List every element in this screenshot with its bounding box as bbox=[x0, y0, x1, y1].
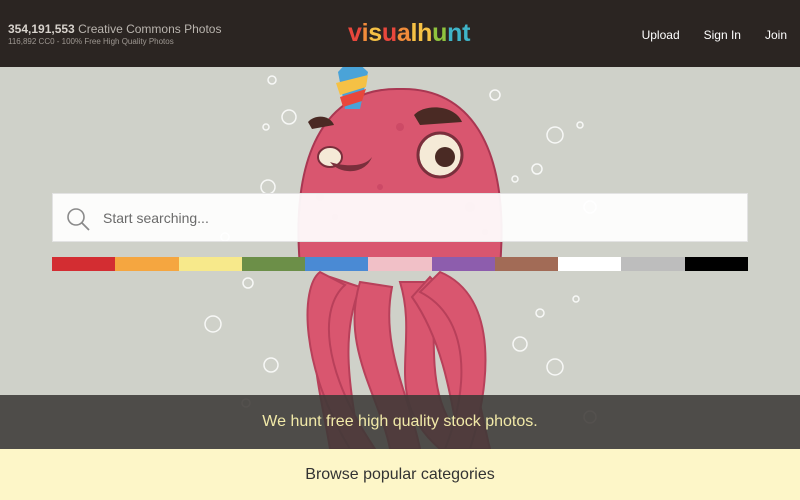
sign-in-link[interactable]: Sign In bbox=[704, 28, 741, 42]
tagline-band: We hunt free high quality stock photos. bbox=[0, 395, 800, 449]
upload-link[interactable]: Upload bbox=[642, 28, 680, 42]
color-swatch-orange[interactable] bbox=[115, 257, 179, 271]
search-icon[interactable] bbox=[66, 207, 90, 231]
logo-letter: v bbox=[348, 19, 362, 47]
logo-letter: u bbox=[381, 19, 397, 47]
color-swatch-blue[interactable] bbox=[305, 257, 369, 271]
browse-categories-label: Browse popular categories bbox=[305, 465, 495, 483]
search-bar[interactable] bbox=[52, 193, 748, 242]
top-bar: 354,191,553 Creative Commons Photos 116,… bbox=[0, 0, 800, 67]
color-swatch-pink[interactable] bbox=[368, 257, 432, 271]
join-link[interactable]: Join bbox=[765, 28, 787, 42]
visualhunt-logo[interactable]: visualhunt bbox=[348, 18, 470, 48]
top-nav: Upload Sign In Join bbox=[618, 28, 787, 42]
logo-letter: u bbox=[432, 19, 448, 47]
color-swatch-gray[interactable] bbox=[621, 257, 685, 271]
color-swatch-yellow[interactable] bbox=[178, 257, 242, 271]
color-swatch-green[interactable] bbox=[241, 257, 306, 271]
site-stats: 354,191,553 Creative Commons Photos 116,… bbox=[8, 22, 221, 47]
tagline: We hunt free high quality stock photos. bbox=[262, 413, 538, 430]
browse-categories-bar[interactable]: Browse popular categories bbox=[0, 449, 800, 500]
photo-count-line: 354,191,553 Creative Commons Photos bbox=[8, 22, 221, 36]
color-swatch-white[interactable] bbox=[558, 257, 622, 271]
logo-letter: l bbox=[410, 19, 418, 47]
logo-letter: s bbox=[368, 19, 382, 47]
photo-count: 354,191,553 bbox=[8, 22, 75, 36]
hero-section bbox=[0, 67, 800, 449]
logo-letter: n bbox=[447, 19, 463, 47]
color-swatch-red[interactable] bbox=[52, 257, 116, 271]
logo-letter: h bbox=[417, 19, 433, 47]
search-input[interactable] bbox=[103, 194, 733, 241]
color-filter-bar bbox=[52, 257, 748, 271]
logo-letter: i bbox=[361, 19, 369, 47]
logo-letter: a bbox=[396, 19, 411, 47]
photo-count-label: Creative Commons Photos bbox=[78, 22, 222, 36]
color-swatch-black[interactable] bbox=[684, 257, 748, 271]
logo-letter: t bbox=[462, 19, 471, 47]
cc0-count-line: 116,892 CC0 - 100% Free High Quality Pho… bbox=[8, 37, 174, 46]
color-swatch-purple[interactable] bbox=[431, 257, 495, 271]
color-swatch-brown[interactable] bbox=[494, 257, 559, 271]
